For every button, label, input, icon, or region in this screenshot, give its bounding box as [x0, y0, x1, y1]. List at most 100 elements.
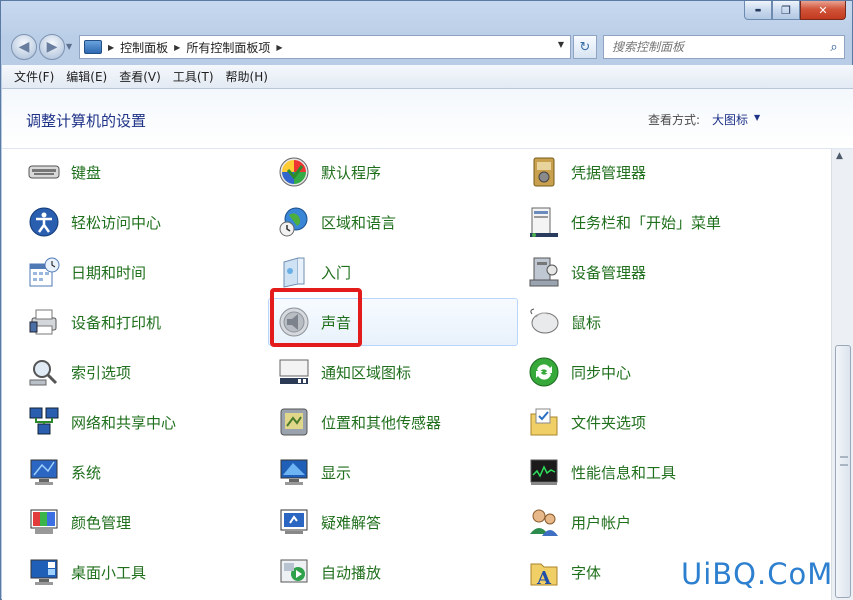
item-troubleshooting[interactable]: 疑难解答 [268, 498, 518, 546]
item-label: 设备管理器 [571, 263, 647, 282]
item-sound[interactable]: 声音 [268, 298, 518, 346]
region-language-icon [277, 205, 311, 239]
item-sync-center[interactable]: 同步中心 [518, 348, 808, 396]
item-user-accounts[interactable]: 用户帐户 [518, 498, 808, 546]
item-label: 区域和语言 [321, 213, 397, 232]
item-date-time[interactable]: 日期和时间 [18, 248, 248, 296]
breadcrumb-all-items[interactable]: 所有控制面板项 [186, 39, 270, 56]
header-band: 调整计算机的设置 查看方式: 大图标 ▼ [2, 89, 853, 149]
close-button[interactable]: ✕ [800, 1, 846, 20]
item-label: 用户帐户 [571, 513, 632, 532]
search-input[interactable] [604, 37, 824, 57]
scrollbar-grip [840, 456, 848, 466]
item-credential-manager[interactable]: 凭据管理器 [518, 148, 808, 196]
control-panel-window: ▬ ❐ ✕ ◀ ▶ ▼ ▶ 控制面板 ▶ 所有控制面板项 ▶ ▼ ↻ ⌕ 文件(… [0, 0, 853, 600]
item-label: 字体 [571, 563, 602, 582]
item-label: 颜色管理 [71, 513, 132, 532]
address-history-dropdown[interactable]: ▼ [558, 40, 564, 49]
getting-started-icon [277, 255, 311, 289]
breadcrumb-chevron-icon[interactable]: ▶ [174, 43, 180, 52]
recent-pages-dropdown[interactable]: ▼ [66, 42, 72, 51]
indexing-options-icon [27, 355, 61, 389]
item-desktop-gadgets[interactable]: 桌面小工具 [18, 548, 248, 596]
view-by-label: 查看方式: [648, 113, 701, 127]
menu-tools[interactable]: 工具(T) [167, 68, 220, 85]
item-label: 位置和其他传感器 [321, 413, 442, 432]
breadcrumb-chevron-icon[interactable]: ▶ [108, 43, 114, 52]
item-display[interactable]: 显示 [268, 448, 518, 496]
maximize-icon: ❐ [781, 3, 791, 17]
item-label: 键盘 [71, 163, 102, 182]
search-box[interactable]: ⌕ [603, 35, 845, 59]
sound-icon [277, 305, 311, 339]
device-manager-icon [527, 255, 561, 289]
folder-options-icon [527, 405, 561, 439]
breadcrumb-control-panel[interactable]: 控制面板 [120, 39, 168, 56]
forward-button[interactable]: ▶ [39, 34, 65, 60]
maximize-button[interactable]: ❐ [772, 1, 800, 20]
ease-of-access-icon [27, 205, 61, 239]
item-default-programs[interactable]: 默认程序 [268, 148, 518, 196]
search-icon[interactable]: ⌕ [824, 40, 844, 55]
dropdown-arrow-icon[interactable]: ▼ [754, 113, 760, 122]
refresh-button[interactable]: ↻ [573, 35, 597, 59]
address-bar[interactable]: ▶ 控制面板 ▶ 所有控制面板项 ▶ ▼ [79, 35, 571, 59]
back-arrow-icon: ◀ [18, 39, 30, 55]
item-ease-of-access[interactable]: 轻松访问中心 [18, 198, 248, 246]
item-folder-options[interactable]: 文件夹选项 [518, 398, 808, 446]
minimize-button[interactable]: ▬ [744, 1, 772, 20]
menu-help[interactable]: 帮助(H) [220, 68, 274, 85]
item-network-sharing[interactable]: 网络和共享中心 [18, 398, 248, 446]
minimize-icon: ▬ [754, 6, 762, 14]
item-keyboard[interactable]: 键盘 [18, 148, 248, 196]
default-programs-icon [277, 155, 311, 189]
credential-manager-icon [527, 155, 561, 189]
item-label: 日期和时间 [71, 263, 147, 282]
item-label: 任务栏和「开始」菜单 [571, 213, 722, 232]
item-device-manager[interactable]: 设备管理器 [518, 248, 808, 296]
sync-center-icon [527, 355, 561, 389]
item-performance[interactable]: 性能信息和工具 [518, 448, 808, 496]
item-label: 疑难解答 [321, 513, 382, 532]
item-autoplay[interactable]: 自动播放 [268, 548, 518, 596]
fonts-icon: A [527, 555, 561, 589]
item-getting-started[interactable]: 入门 [268, 248, 518, 296]
location-sensors-icon [277, 405, 311, 439]
breadcrumb-chevron-icon[interactable]: ▶ [276, 43, 282, 52]
color-management-icon [27, 505, 61, 539]
mouse-icon [527, 305, 561, 339]
close-icon: ✕ [818, 3, 828, 17]
item-label: 自动播放 [321, 563, 382, 582]
item-label: 凭据管理器 [571, 163, 647, 182]
menu-file[interactable]: 文件(F) [8, 68, 60, 85]
item-devices-printers[interactable]: 设备和打印机 [18, 298, 248, 346]
network-sharing-icon [27, 405, 61, 439]
display-icon [277, 455, 311, 489]
item-taskbar-start-menu[interactable]: 任务栏和「开始」菜单 [518, 198, 808, 246]
autoplay-icon [277, 555, 311, 589]
item-region-language[interactable]: 区域和语言 [268, 198, 518, 246]
scrollbar-thumb[interactable] [835, 345, 851, 598]
view-by-dropdown[interactable]: 大图标 [712, 111, 748, 128]
item-notification-area-icons[interactable]: 通知区域图标 [268, 348, 518, 396]
menu-view[interactable]: 查看(V) [113, 68, 167, 85]
menu-bar: 文件(F) 编辑(E) 查看(V) 工具(T) 帮助(H) [2, 65, 853, 89]
content-area: 调整计算机的设置 查看方式: 大图标 ▼ 键盘 默认程序 凭据管理器 轻松访问中… [2, 89, 853, 600]
performance-icon [527, 455, 561, 489]
navigation-bar: ◀ ▶ ▼ ▶ 控制面板 ▶ 所有控制面板项 ▶ ▼ ↻ ⌕ [1, 31, 853, 63]
item-mouse[interactable]: 鼠标 [518, 298, 808, 346]
item-system[interactable]: 系统 [18, 448, 248, 496]
troubleshooting-icon [277, 505, 311, 539]
vertical-scrollbar[interactable]: ▲ [831, 149, 853, 600]
keyboard-icon [27, 155, 61, 189]
item-location-sensors[interactable]: 位置和其他传感器 [268, 398, 518, 446]
item-indexing-options[interactable]: 索引选项 [18, 348, 248, 396]
back-button[interactable]: ◀ [11, 34, 37, 60]
taskbar-start-menu-icon [527, 205, 561, 239]
scroll-up-icon[interactable]: ▲ [836, 151, 843, 161]
item-color-management[interactable]: 颜色管理 [18, 498, 248, 546]
item-label: 入门 [321, 263, 352, 282]
item-label: 文件夹选项 [571, 413, 647, 432]
menu-edit[interactable]: 编辑(E) [60, 68, 113, 85]
date-time-icon [27, 255, 61, 289]
